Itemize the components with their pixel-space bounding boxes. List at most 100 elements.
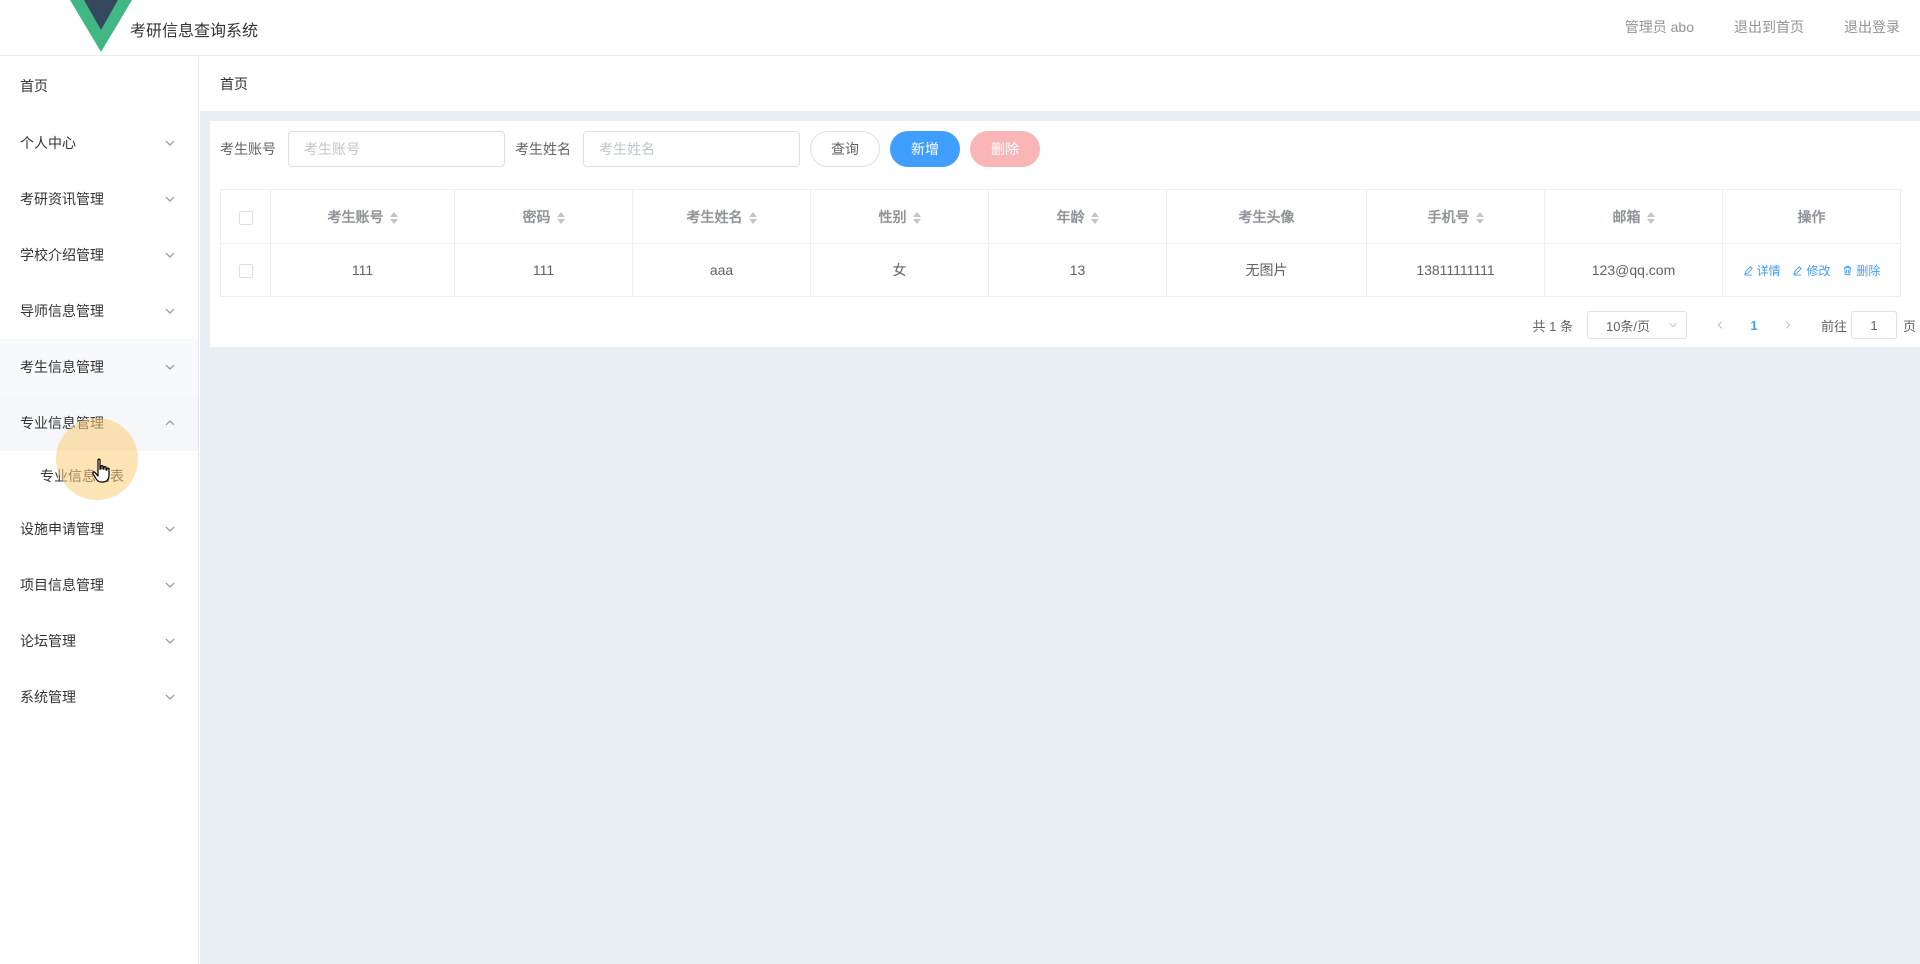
column-label: 操作	[1797, 208, 1826, 225]
column-header[interactable]: 手机号	[1366, 189, 1545, 244]
table-header-row: 考生账号 密码 考生姓名 性别 年龄 考生头像 手机号 邮箱 操作	[220, 189, 1901, 244]
column-header[interactable]: 年龄	[988, 189, 1167, 244]
sidebar-item-major[interactable]: 专业信息管理	[0, 395, 198, 451]
chevron-down-icon	[165, 196, 175, 202]
chevron-down-icon	[165, 364, 175, 370]
sidebar-menu: 首页 个人中心 考研资讯管理 学校介绍管理 导师信息管理 考生信息管理 专业信息…	[0, 57, 199, 964]
cell-age: 13	[988, 243, 1167, 297]
row-select-cell	[220, 243, 271, 297]
row-checkbox[interactable]	[238, 264, 253, 279]
delete-label: 删除	[1856, 263, 1881, 278]
sort-icon[interactable]	[1090, 211, 1099, 225]
chevron-up-icon	[165, 420, 175, 426]
chevron-left-icon	[1717, 321, 1723, 329]
edit-icon	[1743, 265, 1753, 276]
sidebar-item-facility[interactable]: 设施申请管理	[0, 501, 198, 557]
name-label: 考生姓名	[515, 141, 571, 157]
column-header[interactable]: 考生账号	[270, 189, 455, 244]
trash-icon	[1844, 265, 1852, 275]
chevron-down-icon	[1669, 322, 1677, 328]
chevron-down-icon	[165, 140, 175, 146]
chevron-down-icon	[165, 252, 175, 258]
sidebar-item-label: 考研资讯管理	[20, 191, 104, 207]
sort-icon[interactable]	[912, 211, 921, 225]
logout-link[interactable]: 退出登录	[1844, 17, 1900, 37]
sidebar-item-home[interactable]: 首页	[0, 57, 198, 115]
add-button[interactable]: 新增	[890, 131, 960, 167]
account-label: 考生账号	[220, 141, 276, 157]
sidebar-item-personal-center[interactable]: 个人中心	[0, 115, 198, 171]
candidate-table: 考生账号 密码 考生姓名 性别 年龄 考生头像 手机号 邮箱 操作 111 11…	[220, 189, 1901, 297]
sidebar-item-label: 论坛管理	[20, 633, 76, 649]
column-label: 邮箱	[1612, 208, 1641, 225]
column-header[interactable]: 性别	[810, 189, 989, 244]
exit-to-home-link[interactable]: 退出到首页	[1734, 17, 1804, 37]
admin-user-link[interactable]: 管理员 abo	[1625, 17, 1694, 37]
sort-icon[interactable]	[1475, 211, 1484, 225]
sidebar-subitem-major-list[interactable]: 专业信息列表	[0, 451, 198, 501]
pagination: 共 1 条 10条/页 1 前往 页	[1533, 311, 1916, 339]
list-panel: 考生账号 考生姓名 查询 新增 删除 考生账号 密码 考生姓名 性别	[210, 121, 1920, 347]
search-form: 考生账号 考生姓名 查询 新增 删除	[220, 131, 1050, 167]
detail-label: 详情	[1756, 263, 1781, 278]
sidebar-item-label: 考生信息管理	[20, 359, 104, 375]
app-title: 考研信息查询系统	[130, 23, 259, 40]
cell-phone: 13811111111	[1366, 243, 1545, 297]
detail-link[interactable]: 详情	[1743, 264, 1781, 278]
chevron-down-icon	[165, 694, 175, 700]
edit-label: 修改	[1806, 263, 1831, 278]
select-all-cell	[220, 189, 271, 244]
cell-email: 123@qq.com	[1544, 243, 1723, 297]
top-header: 考研信息查询系统 管理员 abo 退出到首页 退出登录	[0, 0, 1920, 56]
sidebar-item-label: 系统管理	[20, 689, 76, 705]
column-label: 性别	[878, 208, 907, 225]
chevron-down-icon	[165, 582, 175, 588]
column-label: 考生头像	[1238, 208, 1295, 225]
main-content: 首页 考生账号 考生姓名 查询 新增 删除 考生账号 密码 考生姓名	[200, 57, 1920, 964]
column-label: 手机号	[1427, 208, 1470, 225]
sidebar-subitem-label: 专业信息列表	[40, 468, 124, 484]
delete-link[interactable]: 删除	[1842, 264, 1880, 278]
sidebar-item-label: 导师信息管理	[20, 303, 104, 319]
page-number-1[interactable]: 1	[1739, 311, 1769, 339]
select-all-checkbox[interactable]	[238, 210, 253, 225]
account-search-input[interactable]	[288, 131, 505, 167]
sidebar-item-project[interactable]: 项目信息管理	[0, 557, 198, 613]
sidebar-item-news[interactable]: 考研资讯管理	[0, 171, 198, 227]
cell-avatar: 无图片	[1166, 243, 1367, 297]
header-links: 管理员 abo 退出到首页 退出登录	[1625, 17, 1900, 37]
sort-icon[interactable]	[389, 211, 398, 225]
sidebar-item-label: 学校介绍管理	[20, 247, 104, 263]
sort-icon[interactable]	[748, 211, 757, 225]
sidebar-item-label: 项目信息管理	[20, 577, 104, 593]
vue-logo-icon	[70, 0, 132, 52]
page-size-select[interactable]: 10条/页	[1586, 311, 1687, 339]
column-header[interactable]: 考生姓名	[632, 189, 811, 244]
next-page-button[interactable]	[1773, 311, 1803, 339]
sidebar-item-school[interactable]: 学校介绍管理	[0, 227, 198, 283]
sidebar-item-forum[interactable]: 论坛管理	[0, 613, 198, 669]
query-button[interactable]: 查询	[810, 131, 880, 167]
edit-icon	[1793, 265, 1803, 276]
breadcrumb: 首页	[200, 57, 1920, 111]
column-header[interactable]: 邮箱	[1544, 189, 1723, 244]
sidebar-item-candidate[interactable]: 考生信息管理	[0, 339, 198, 395]
chevron-down-icon	[165, 308, 175, 314]
name-search-input[interactable]	[583, 131, 800, 167]
page-size-value: 10条/页	[1605, 318, 1651, 334]
delete-button[interactable]: 删除	[970, 131, 1040, 167]
table-row[interactable]: 111 111 aaa 女 13 无图片 13811111111 123@qq.…	[220, 243, 1901, 297]
sidebar-item-label: 首页	[20, 78, 48, 94]
prev-page-button[interactable]	[1705, 311, 1735, 339]
sort-icon[interactable]	[556, 211, 565, 225]
sort-icon[interactable]	[1646, 211, 1655, 225]
column-label: 密码	[522, 208, 551, 225]
column-label: 考生姓名	[686, 208, 743, 225]
jump-page-input[interactable]	[1850, 311, 1897, 339]
column-label: 年龄	[1056, 208, 1085, 225]
column-header[interactable]: 密码	[454, 189, 633, 244]
sidebar-item-tutor[interactable]: 导师信息管理	[0, 283, 198, 339]
breadcrumb-home[interactable]: 首页	[220, 74, 248, 94]
sidebar-item-system[interactable]: 系统管理	[0, 669, 198, 725]
edit-link[interactable]: 修改	[1792, 263, 1831, 278]
